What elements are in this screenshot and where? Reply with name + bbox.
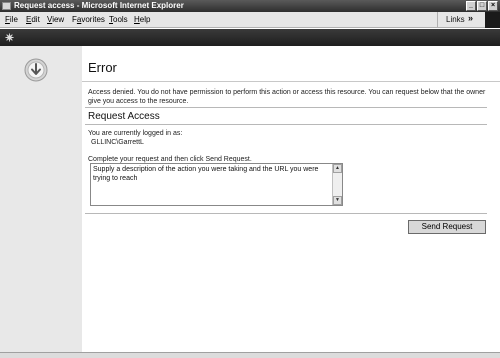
divider [85, 107, 487, 108]
logged-in-user: GLLINC\GarrettL [91, 139, 144, 146]
download-arrow-icon [24, 58, 48, 82]
menu-file[interactable]: File [5, 15, 18, 24]
access-denied-message: Access denied. You do not have permissio… [88, 89, 486, 105]
send-request-button[interactable]: Send Request [408, 220, 486, 234]
scroll-down-arrow-icon[interactable]: ▼ [333, 196, 342, 205]
ie-window-icon [2, 2, 11, 10]
page-title: Error [88, 60, 117, 75]
textarea-scrollbar[interactable]: ▲ ▼ [332, 164, 342, 205]
menu-tools[interactable]: Tools [109, 15, 128, 24]
status-bar [0, 352, 500, 358]
close-button[interactable]: × [488, 1, 498, 11]
minimize-button[interactable]: _ [466, 1, 476, 11]
request-description-textarea[interactable]: Supply a description of the action you w… [90, 163, 343, 206]
textarea-value: Supply a description of the action you w… [93, 166, 319, 182]
divider [85, 213, 487, 214]
menu-bar: File Edit View Favorites Tools Help [0, 12, 500, 28]
chevron-right-icon[interactable]: » [468, 13, 473, 23]
divider [85, 124, 487, 125]
complete-request-label: Complete your request and then click Sen… [88, 156, 252, 163]
window-title-bar: Request access - Microsoft Internet Expl… [0, 0, 500, 12]
links-toolbar[interactable]: Links » [437, 12, 484, 28]
window-title: Request access - Microsoft Internet Expl… [14, 1, 184, 10]
section-title: Request Access [88, 111, 160, 122]
sharepoint-logo-icon [5, 33, 14, 42]
site-toolbar-strip [0, 29, 500, 46]
menu-edit[interactable]: Edit [26, 15, 40, 24]
page-header [82, 46, 500, 82]
menu-favorites[interactable]: Favorites [72, 15, 105, 24]
menu-view[interactable]: View [47, 15, 64, 24]
logged-in-label: You are currently logged in as: [88, 130, 183, 137]
maximize-button[interactable]: □ [477, 1, 487, 11]
menu-help[interactable]: Help [134, 15, 150, 24]
scroll-up-arrow-icon[interactable]: ▲ [333, 164, 342, 173]
links-label: Links [446, 15, 465, 24]
left-panel [0, 46, 82, 352]
windows-logo-icon [485, 12, 500, 28]
